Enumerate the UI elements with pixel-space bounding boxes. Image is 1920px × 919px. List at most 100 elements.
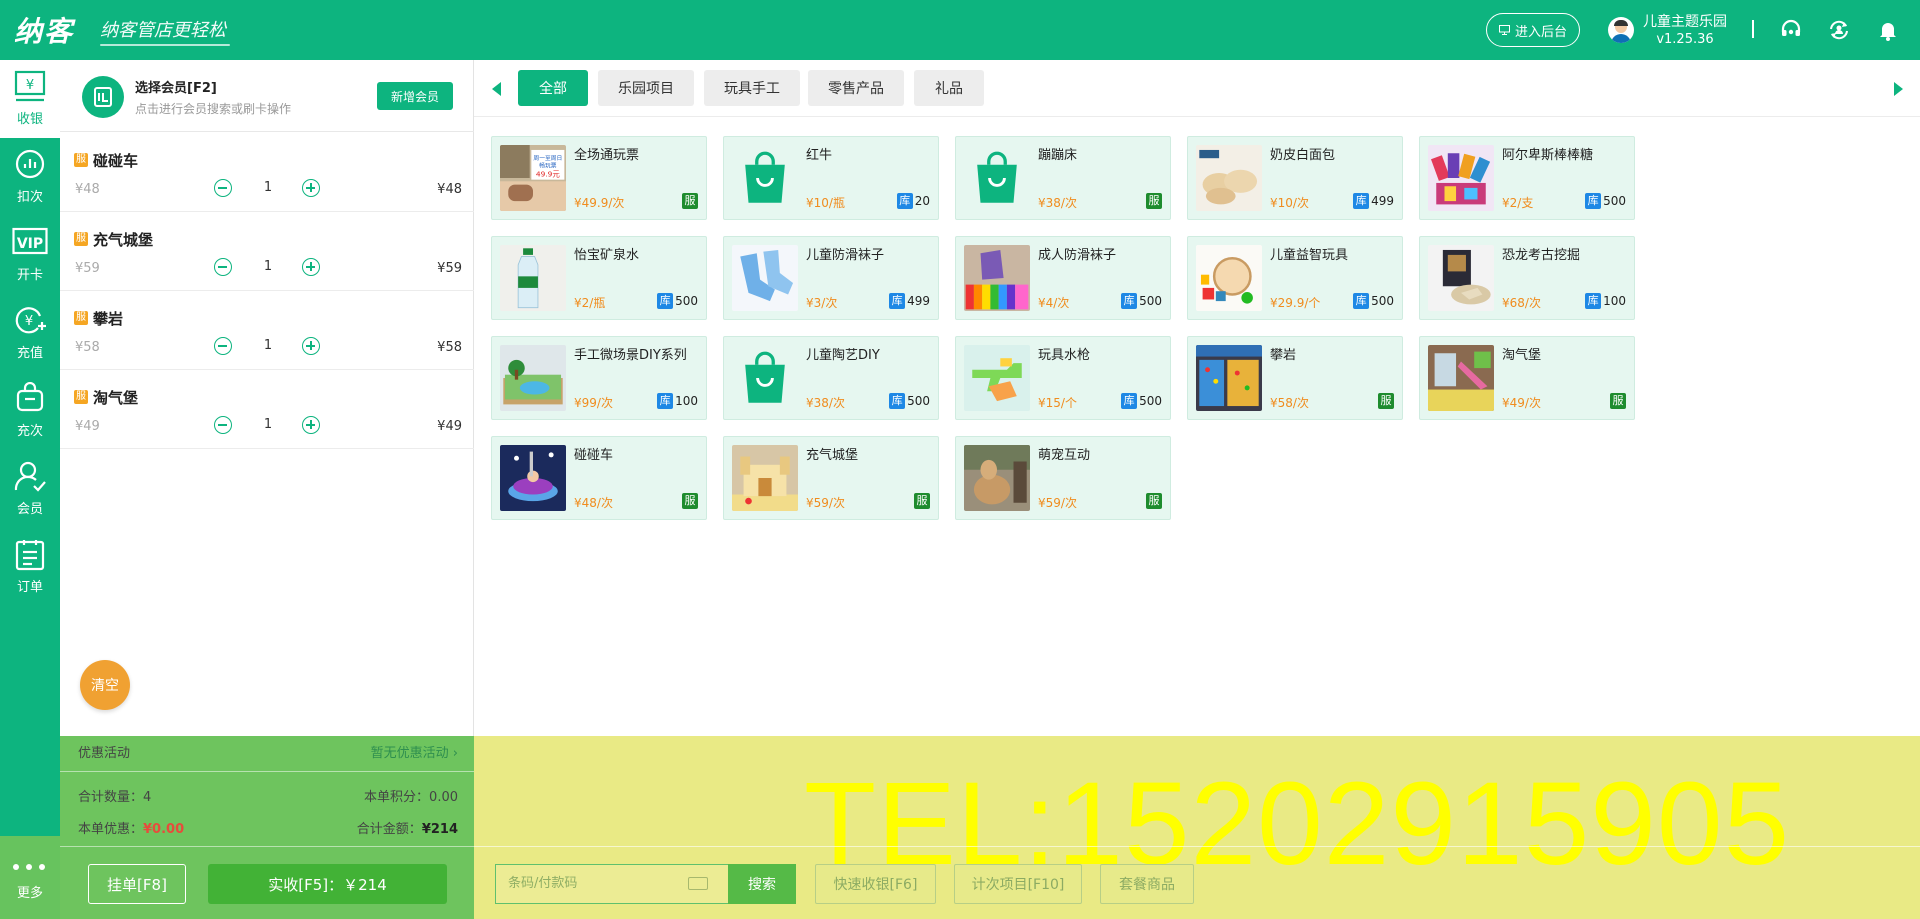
product-card[interactable]: 怡宝矿泉水 ¥2/瓶 库 500 bbox=[491, 236, 707, 320]
decrease-quantity-button[interactable] bbox=[214, 416, 232, 434]
stock-tag: 库 bbox=[896, 193, 913, 209]
cart-item[interactable]: 服 充气城堡 ¥59 1 ¥59 bbox=[60, 212, 474, 291]
tabs-scroll-left-icon[interactable] bbox=[492, 82, 501, 96]
product-image bbox=[1428, 345, 1494, 411]
vip-card-icon: VIP bbox=[12, 227, 48, 255]
search-button[interactable]: 搜索 bbox=[728, 864, 796, 904]
product-card[interactable]: 玩具水枪 ¥15/个 库 500 bbox=[955, 336, 1171, 420]
package-goods-button[interactable]: 套餐商品 bbox=[1100, 864, 1194, 904]
product-price: ¥58/次 bbox=[1270, 396, 1309, 410]
hang-order-button[interactable]: 挂单[F8] bbox=[88, 864, 186, 904]
cart-item-quantity[interactable]: 1 bbox=[256, 259, 280, 274]
product-card[interactable]: 奶皮白面包 ¥10/次 库 499 bbox=[1187, 136, 1403, 220]
product-name: 怡宝矿泉水 bbox=[574, 248, 640, 263]
quick-checkout-button[interactable]: 快速收银[F6] bbox=[815, 864, 936, 904]
sidebar-item-member[interactable]: 会员 bbox=[0, 450, 60, 528]
product-card[interactable]: 手工微场景DIY系列 ¥99/次 库 100 bbox=[491, 336, 707, 420]
cart-item-quantity[interactable]: 1 bbox=[256, 338, 280, 353]
top-divider bbox=[1752, 20, 1754, 38]
product-card[interactable]: 儿童陶艺DIY ¥38/次 库 500 bbox=[723, 336, 939, 420]
count-items-button[interactable]: 计次项目[F10] bbox=[954, 864, 1082, 904]
sidebar-item-topup-times[interactable]: 充次 bbox=[0, 372, 60, 450]
product-card[interactable]: 蹦蹦床 ¥38/次 服 bbox=[955, 136, 1171, 220]
clear-cart-button[interactable]: 清空 bbox=[80, 660, 130, 710]
product-card[interactable]: 充气城堡 ¥59/次 服 bbox=[723, 436, 939, 520]
promo-value-link[interactable]: 暂无优惠活动 › bbox=[371, 742, 458, 761]
keyboard-icon[interactable] bbox=[688, 877, 708, 890]
product-stock: 服 bbox=[914, 493, 930, 509]
bell-icon[interactable] bbox=[1876, 18, 1900, 42]
product-card[interactable]: 攀岩 ¥58/次 服 bbox=[1187, 336, 1403, 420]
sidebar-item-recharge[interactable]: ¥ 充值 bbox=[0, 294, 60, 372]
product-card[interactable]: 淘气堡 ¥49/次 服 bbox=[1419, 336, 1635, 420]
cart-item[interactable]: 服 攀岩 ¥58 1 ¥58 bbox=[60, 291, 474, 370]
product-card[interactable]: 红牛 ¥10/瓶 库 20 bbox=[723, 136, 939, 220]
tab-park-projects[interactable]: 乐园项目 bbox=[598, 70, 694, 106]
product-stock: 库 500 bbox=[657, 293, 698, 309]
product-image bbox=[500, 245, 566, 311]
headset-icon[interactable] bbox=[1779, 18, 1803, 42]
product-card[interactable]: 阿尔卑斯棒棒糖 ¥2/支 库 500 bbox=[1419, 136, 1635, 220]
increase-quantity-button[interactable] bbox=[302, 337, 320, 355]
decrease-quantity-button[interactable] bbox=[214, 179, 232, 197]
product-price: ¥4/次 bbox=[1038, 296, 1070, 310]
sidebar-item-cashier[interactable]: ¥ 收银 bbox=[0, 60, 60, 138]
sidebar-item-open-card[interactable]: VIP 开卡 bbox=[0, 216, 60, 294]
points-value: 0.00 bbox=[429, 790, 458, 805]
product-card[interactable]: 周一至周日 畅玩票 49.9元 全场通玩票 ¥49.9/次服 bbox=[491, 136, 707, 220]
tab-all[interactable]: 全部 bbox=[518, 70, 588, 106]
cart-item-quantity[interactable]: 1 bbox=[256, 180, 280, 195]
bottom-divider bbox=[474, 846, 1920, 847]
sidebar-item-deduct[interactable]: 扣次 bbox=[0, 138, 60, 216]
sidebar-more-label: 更多 bbox=[16, 886, 43, 901]
member-select-bar[interactable]: 选择会员[F2] 点击进行会员搜索或刷卡操作 新增会员 bbox=[60, 60, 474, 132]
decrease-quantity-button[interactable] bbox=[214, 258, 232, 276]
service-tag: 服 bbox=[1146, 193, 1162, 209]
sidebar-item-order[interactable]: 订单 bbox=[0, 528, 60, 606]
product-price: ¥2/支 bbox=[1502, 196, 1534, 210]
product-stock: 服 bbox=[1146, 193, 1162, 209]
checkout-button[interactable]: 实收[F5]：￥214 bbox=[208, 864, 447, 904]
switch-account-icon[interactable] bbox=[1827, 18, 1851, 42]
sidebar-more[interactable]: 更多 bbox=[0, 836, 60, 919]
product-stock: 库 20 bbox=[896, 193, 930, 209]
tab-toys-crafts[interactable]: 玩具手工 bbox=[704, 70, 800, 106]
product-card[interactable]: 萌宠互动 ¥59/次 服 bbox=[955, 436, 1171, 520]
enter-admin-button[interactable]: 进入后台 bbox=[1486, 13, 1580, 47]
increase-quantity-button[interactable] bbox=[302, 258, 320, 276]
product-card[interactable]: 儿童益智玩具 ¥29.9/个 库 500 bbox=[1187, 236, 1403, 320]
product-price: ¥38/次 bbox=[1038, 196, 1077, 210]
product-image bbox=[964, 245, 1030, 311]
tabs-scroll-right-icon[interactable] bbox=[1894, 82, 1903, 96]
product-card[interactable]: 碰碰车 ¥48/次 服 bbox=[491, 436, 707, 520]
amount-row: 合计金额：¥214 bbox=[357, 818, 458, 837]
tab-gifts[interactable]: 礼品 bbox=[914, 70, 984, 106]
product-image bbox=[964, 345, 1030, 411]
cart-item[interactable]: 服 碰碰车 ¥48 1 ¥48 bbox=[60, 133, 474, 212]
product-name: 手工微场景DIY系列 bbox=[574, 348, 687, 363]
svg-text:VIP: VIP bbox=[17, 236, 43, 252]
amount-value: ¥214 bbox=[421, 822, 458, 837]
tab-retail[interactable]: 零售产品 bbox=[808, 70, 904, 106]
service-tag: 服 bbox=[1146, 493, 1162, 509]
cart-item-quantity[interactable]: 1 bbox=[256, 417, 280, 432]
stock-tag: 库 bbox=[1353, 193, 1370, 209]
product-image bbox=[732, 445, 798, 511]
cart-item-unit-price: ¥49 bbox=[75, 419, 100, 434]
product-card[interactable]: 儿童防滑袜子 ¥3/次 库 499 bbox=[723, 236, 939, 320]
stock-count: 500 bbox=[1139, 294, 1162, 308]
add-member-button[interactable]: 新增会员 bbox=[377, 82, 453, 110]
decrease-quantity-button[interactable] bbox=[214, 337, 232, 355]
increase-quantity-button[interactable] bbox=[302, 179, 320, 197]
user-avatar[interactable] bbox=[1608, 17, 1634, 43]
product-price: ¥99/次 bbox=[574, 396, 613, 410]
product-stock: 库 499 bbox=[889, 293, 930, 309]
cart-item[interactable]: 服 淘气堡 ¥49 1 ¥49 bbox=[60, 370, 474, 449]
product-price: ¥59/次 bbox=[1038, 496, 1077, 510]
product-card[interactable]: 恐龙考古挖掘 ¥68/次 库 100 bbox=[1419, 236, 1635, 320]
increase-quantity-button[interactable] bbox=[302, 416, 320, 434]
product-stock: 服 bbox=[682, 193, 698, 209]
product-card[interactable]: 成人防滑袜子 ¥4/次 库 500 bbox=[955, 236, 1171, 320]
cart-item-name: 碰碰车 bbox=[93, 152, 139, 170]
app-version: v1.25.36 bbox=[1656, 32, 1714, 47]
